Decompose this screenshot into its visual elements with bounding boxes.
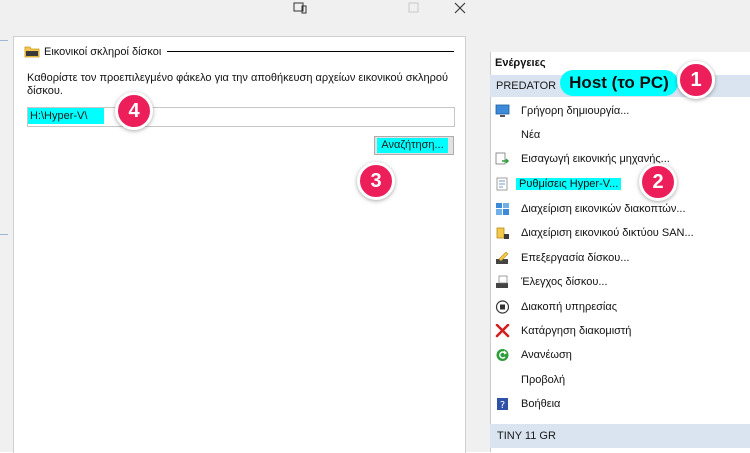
action-label: Κατάργηση διακομιστή [521, 325, 632, 337]
actions-header: Ενέργειες [495, 57, 546, 69]
action-stop-service[interactable]: Διακοπή υπηρεσίας [490, 296, 745, 318]
action-label: Γρήγορη δημιουργία... [521, 105, 630, 117]
group-title: Εικονικοί σκληροί δίσκοι [44, 46, 162, 58]
close-icon[interactable] [453, 2, 467, 14]
quick-create-icon [495, 104, 510, 117]
badge-2: 2 [639, 163, 677, 201]
host-callout: Host (το PC) [560, 70, 678, 96]
action-label: Διακοπή υπηρεσίας [521, 301, 618, 313]
svg-text:?: ? [500, 400, 505, 411]
edit-disk-icon [496, 251, 509, 264]
switch-manager-icon [496, 203, 509, 215]
action-switch-manager[interactable]: Διαχείριση εικονικών διακοπτών... [490, 198, 745, 220]
badge-1: 1 [677, 61, 715, 99]
help-icon: ? [497, 398, 508, 411]
edge-divider [0, 234, 8, 235]
san-manager-icon [496, 227, 509, 239]
browse-button-label[interactable]: Αναζήτηση... [377, 138, 448, 153]
action-label: Προβολή [521, 374, 566, 386]
badge-4: 4 [115, 92, 153, 130]
action-import-vm[interactable]: Εισαγωγή εικονικής μηχανής... [490, 148, 745, 170]
restore-screen-icon[interactable] [293, 2, 307, 14]
action-new[interactable]: Νέα [490, 124, 745, 146]
edge-divider [0, 40, 8, 41]
badge-3: 3 [357, 162, 395, 200]
action-help[interactable]: ? Βοήθεια [490, 393, 745, 415]
stop-service-icon [495, 300, 510, 314]
virtual-disks-panel [13, 36, 466, 453]
action-label: Ανανέωση [521, 349, 572, 361]
action-label: Έλεγχος δίσκου... [521, 276, 608, 288]
remove-server-icon [495, 324, 510, 338]
action-san-manager[interactable]: Διαχείριση εικονικού δικτύου SAN... [490, 222, 745, 244]
settings-icon [496, 177, 508, 191]
inspect-disk-icon [496, 275, 508, 288]
default-folder-value[interactable]: H:\Hyper-V\ [28, 108, 104, 124]
action-label: Επεξεργασία δίσκου... [521, 252, 630, 264]
action-label: Νέα [521, 129, 541, 141]
server-name: PREDATOR [496, 80, 557, 92]
action-quick-create[interactable]: Γρήγορη δημιουργία... [490, 100, 745, 122]
action-remove-server[interactable]: Κατάργηση διακομιστή [490, 320, 745, 342]
action-label: Βοήθεια [521, 398, 561, 410]
maximize-icon[interactable] [407, 2, 421, 14]
action-hyperv-settings[interactable]: Ρυθμίσεις Hyper-V... [490, 173, 745, 195]
action-refresh[interactable]: Ανανέωση [490, 344, 745, 366]
action-label: Διαχείριση εικονικών διακοπτών... [521, 203, 686, 215]
instruction-text: Καθορίστε τον προεπιλεγμένο φάκελο για τ… [27, 72, 448, 97]
group-title-rule [167, 51, 454, 52]
action-inspect-disk[interactable]: Έλεγχος δίσκου... [490, 271, 745, 293]
action-label: Εισαγωγή εικονικής μηχανής... [521, 153, 670, 165]
folder-icon [24, 46, 40, 58]
server-name: TINY 11 GR [497, 430, 556, 442]
action-label: Ρυθμίσεις Hyper-V... [516, 178, 622, 190]
import-vm-icon [495, 152, 509, 165]
action-label: Διαχείριση εικονικού δικτύου SAN... [521, 227, 694, 239]
refresh-icon [496, 349, 509, 361]
action-view[interactable]: Προβολή [490, 369, 745, 391]
action-edit-disk[interactable]: Επεξεργασία δίσκου... [490, 247, 745, 269]
